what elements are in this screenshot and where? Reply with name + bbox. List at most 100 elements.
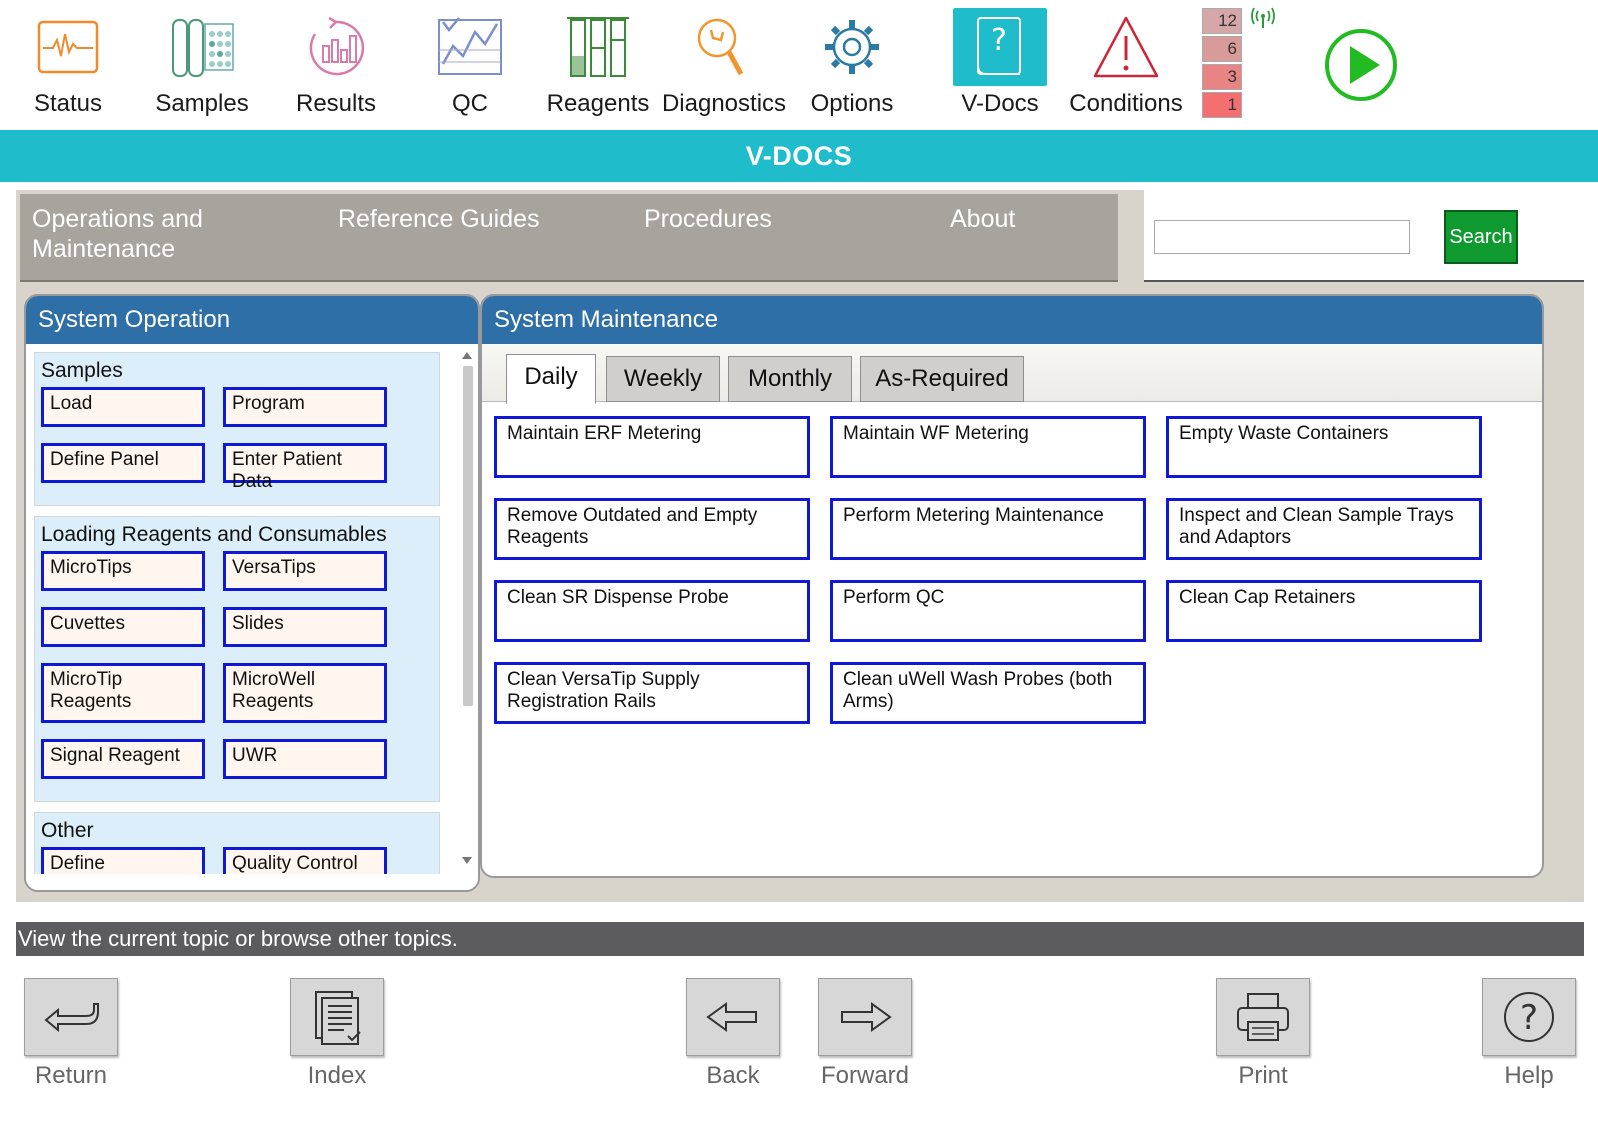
system-operation-body: Samples Load Program Define Panel Enter … [26, 344, 478, 890]
svg-text:?: ? [991, 23, 1007, 58]
op-signal-reagent-button[interactable]: Signal Reagent [41, 739, 205, 779]
status-bar: View the current topic or browse other t… [16, 922, 1584, 956]
help-button[interactable]: ? Help [1482, 978, 1576, 1090]
search-input[interactable] [1154, 220, 1410, 254]
page-title: V-DOCS [0, 130, 1598, 182]
conditions-warning-icon [1091, 12, 1161, 82]
search-area: Search [1144, 190, 1584, 282]
op-quality-control-button[interactable]: Quality Control [223, 847, 387, 874]
return-button[interactable]: Return [24, 978, 118, 1090]
vdocs-book-icon: ? [953, 8, 1047, 86]
tab-weekly[interactable]: Weekly [606, 356, 720, 402]
maintenance-tabs: Daily Weekly Monthly As-Required [482, 344, 1542, 404]
qc-chart-icon [435, 12, 505, 82]
nav-reagents[interactable]: Reagents [538, 6, 658, 124]
content-frame: Operations and Maintenance Reference Gui… [16, 190, 1584, 902]
system-operation-list: Samples Load Program Define Panel Enter … [34, 352, 454, 874]
group-loading-reagents: Loading Reagents and Consumables MicroTi… [34, 516, 440, 802]
condition-count-1: 1 [1202, 92, 1242, 118]
reagents-icon [563, 12, 633, 82]
wireless-antenna-icon [1250, 6, 1276, 32]
svg-text:?: ? [1520, 998, 1538, 1038]
task-empty-waste-containers-button[interactable]: Empty Waste Containers [1166, 416, 1482, 478]
op-enter-patient-data-button[interactable]: Enter Patient Data [223, 443, 387, 492]
back-button[interactable]: Back [686, 978, 780, 1090]
nav-conditions[interactable]: Conditions [1066, 6, 1186, 124]
group-samples: Samples Load Program Define Panel Enter … [34, 352, 440, 506]
condition-counts[interactable]: 12 6 3 1 [1202, 8, 1242, 120]
task-clean-versatip-rails-button[interactable]: Clean VersaTip Supply Registration Rails [494, 662, 810, 724]
op-uwr-button[interactable]: UWR [223, 739, 387, 779]
task-perform-metering-maintenance-button[interactable]: Perform Metering Maintenance [830, 498, 1146, 560]
task-clean-cap-retainers-button[interactable]: Clean Cap Retainers [1166, 580, 1482, 642]
top-navigation: Status Samples Results QC Reagents Diagn… [0, 0, 1598, 130]
op-define-calibration-button[interactable]: Define Calibration [41, 847, 205, 874]
forward-button[interactable]: Forward [818, 978, 912, 1090]
results-chart-icon [301, 12, 371, 82]
op-define-panel-button[interactable]: Define Panel [41, 443, 205, 483]
return-arrow-icon [44, 1003, 99, 1033]
nav-diagnostics[interactable]: Diagnostics [662, 6, 786, 124]
nav-status[interactable]: Status [8, 6, 128, 124]
tab-reference-guides[interactable]: Reference Guides [326, 194, 632, 282]
scroll-thumb[interactable] [463, 366, 473, 706]
help-question-icon: ? [1504, 992, 1554, 1042]
tab-as-required[interactable]: As-Required [860, 356, 1024, 402]
options-gear-icon [817, 12, 887, 82]
op-load-button[interactable]: Load [41, 387, 205, 427]
task-clean-uwell-wash-probes-button[interactable]: Clean uWell Wash Probes (both Arms) [830, 662, 1146, 724]
system-maintenance-panel: System Maintenance Daily Weekly Monthly … [480, 294, 1544, 878]
op-microtips-button[interactable]: MicroTips [41, 551, 205, 591]
system-operation-title: System Operation [26, 296, 478, 344]
tab-procedures[interactable]: Procedures [632, 194, 938, 282]
task-maintain-wf-metering-button[interactable]: Maintain WF Metering [830, 416, 1146, 478]
scroll-up-arrow-icon[interactable] [462, 352, 472, 359]
system-operation-panel: System Operation Samples Load Program De… [24, 294, 480, 892]
op-microwell-reagents-button[interactable]: MicroWell Reagents [223, 663, 387, 723]
group-other: Other Define Calibration Quality Control [34, 812, 440, 874]
main-tabbar: Operations and Maintenance Reference Gui… [20, 194, 1136, 282]
samples-tubes-icon [167, 12, 237, 82]
diagnostics-wrench-icon [689, 12, 759, 82]
search-button[interactable]: Search [1444, 210, 1518, 264]
nav-samples[interactable]: Samples [142, 6, 262, 124]
index-document-icon [315, 991, 361, 1045]
op-program-button[interactable]: Program [223, 387, 387, 427]
op-versatips-button[interactable]: VersaTips [223, 551, 387, 591]
status-waveform-icon [33, 12, 103, 82]
print-button[interactable]: Print [1216, 978, 1310, 1090]
task-maintain-erf-metering-button[interactable]: Maintain ERF Metering [494, 416, 810, 478]
scroll-down-arrow-icon[interactable] [462, 857, 472, 864]
group-title: Samples [41, 359, 123, 382]
task-remove-outdated-reagents-button[interactable]: Remove Outdated and Empty Reagents [494, 498, 810, 560]
task-inspect-clean-sample-trays-button[interactable]: Inspect and Clean Sample Trays and Adapt… [1166, 498, 1482, 560]
tab-operations-maintenance[interactable]: Operations and Maintenance [20, 194, 326, 282]
op-slides-button[interactable]: Slides [223, 607, 387, 647]
system-operation-scrollbar[interactable] [460, 350, 474, 866]
condition-count-6: 6 [1202, 36, 1242, 62]
printer-icon [1237, 993, 1289, 1041]
condition-count-12: 12 [1202, 8, 1242, 34]
tab-daily[interactable]: Daily [506, 354, 596, 404]
condition-count-3: 3 [1202, 64, 1242, 90]
system-maintenance-body: Daily Weekly Monthly As-Required Maintai… [482, 344, 1542, 876]
nav-options[interactable]: Options [792, 6, 912, 124]
op-microtip-reagents-button[interactable]: MicroTip Reagents [41, 663, 205, 723]
tab-monthly[interactable]: Monthly [728, 356, 852, 402]
group-title: Loading Reagents and Consumables [41, 523, 387, 546]
system-maintenance-title: System Maintenance [482, 296, 1542, 344]
vdocs-screen: Status Samples Results QC Reagents Diagn… [0, 0, 1598, 1122]
task-perform-qc-button[interactable]: Perform QC [830, 580, 1146, 642]
nav-results[interactable]: Results [276, 6, 396, 124]
tab-about[interactable]: About [938, 194, 1118, 282]
nav-vdocs[interactable]: ? V-Docs [940, 6, 1060, 124]
nav-qc[interactable]: QC [410, 6, 530, 124]
op-cuvettes-button[interactable]: Cuvettes [41, 607, 205, 647]
forward-arrow-icon [841, 1002, 892, 1032]
play-icon [1325, 29, 1397, 101]
back-arrow-icon [706, 1002, 757, 1032]
play-run-button[interactable] [1322, 26, 1400, 104]
index-button[interactable]: Index [290, 978, 384, 1090]
group-title: Other [41, 819, 94, 842]
task-clean-sr-dispense-probe-button[interactable]: Clean SR Dispense Probe [494, 580, 810, 642]
